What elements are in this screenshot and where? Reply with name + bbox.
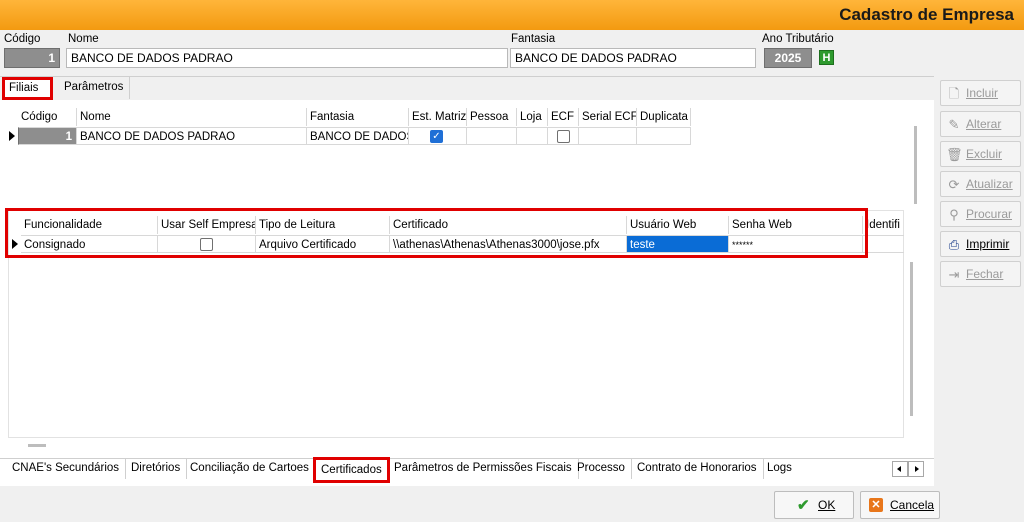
ecf-checkbox[interactable] bbox=[557, 130, 570, 143]
cell-codigo[interactable]: 1 bbox=[18, 127, 77, 145]
imprimir-label: Imprimir bbox=[966, 237, 1010, 251]
cell-identificacao[interactable] bbox=[863, 235, 904, 253]
fechar-label: Fechar bbox=[966, 267, 1004, 281]
cell-fantasia[interactable]: BANCO DE DADOS bbox=[307, 127, 409, 145]
col-header-identificacao[interactable]: Identifi bbox=[863, 216, 904, 234]
cell-pessoa[interactable] bbox=[467, 127, 517, 145]
col-header-serial-ecf[interactable]: Serial ECF bbox=[579, 108, 637, 126]
title-bar: Cadastro de Empresa bbox=[0, 0, 1024, 30]
imprimir-button[interactable]: ⎙ Imprimir bbox=[940, 231, 1021, 257]
cell-loja[interactable] bbox=[517, 127, 548, 145]
filiais-grid: Código Nome Fantasia Est. Matriz Pessoa … bbox=[6, 108, 691, 148]
col-header-est-matriz[interactable]: Est. Matriz bbox=[409, 108, 467, 126]
col-header-ecf[interactable]: ECF bbox=[548, 108, 579, 126]
atualizar-button[interactable]: ⟳ Atualizar bbox=[940, 171, 1021, 197]
alterar-button[interactable]: ✎ Alterar bbox=[940, 111, 1021, 137]
codigo-field[interactable]: 1 bbox=[4, 48, 60, 68]
nome-label: Nome bbox=[68, 33, 99, 45]
historico-button[interactable]: H bbox=[819, 50, 834, 65]
tab-filiais[interactable]: Filiais bbox=[2, 77, 53, 100]
col-header-fantasia[interactable]: Fantasia bbox=[307, 108, 409, 126]
alterar-label: Alterar bbox=[966, 117, 1002, 131]
chevron-left-icon bbox=[897, 466, 901, 472]
tab-conciliacao-cartoes[interactable]: Conciliação de Cartoes bbox=[184, 459, 316, 479]
filiais-scrollbar[interactable] bbox=[914, 126, 917, 204]
page-icon: 🗋 bbox=[948, 86, 960, 101]
tab-parametros-permissoes-fiscais[interactable]: Parâmetros de Permissões Fiscais bbox=[388, 459, 579, 479]
tab-cnaes-secundarios[interactable]: CNAE's Secundários bbox=[6, 459, 127, 479]
cell-ecf[interactable] bbox=[548, 127, 579, 145]
excluir-label: Excluir bbox=[966, 147, 1003, 161]
est-matriz-checkbox[interactable]: ✓ bbox=[430, 130, 443, 143]
ok-button[interactable]: ✔ OK bbox=[774, 491, 854, 519]
procurar-label: Procurar bbox=[966, 207, 1013, 221]
window-title: Cadastro de Empresa bbox=[839, 5, 1014, 24]
col-header-nome[interactable]: Nome bbox=[77, 108, 307, 126]
trash-icon: 🗑 bbox=[946, 147, 963, 162]
tab-logs[interactable]: Logs bbox=[761, 459, 798, 479]
tab-processo[interactable]: Processo bbox=[571, 459, 632, 479]
check-icon: ✔ bbox=[797, 497, 810, 514]
close-door-icon: ⇥ bbox=[948, 267, 960, 282]
ano-tributario-label: Ano Tributário bbox=[762, 33, 834, 45]
binoculars-icon: ⚲ bbox=[949, 207, 959, 222]
tab-certificados[interactable]: Certificados bbox=[313, 457, 390, 483]
cell-est-matriz[interactable]: ✓ bbox=[409, 127, 467, 145]
atualizar-label: Atualizar bbox=[966, 177, 1013, 191]
cell-nome[interactable]: BANCO DE DADOS PADRAO bbox=[77, 127, 307, 145]
chevron-right-icon bbox=[915, 466, 919, 472]
codigo-label: Código bbox=[4, 33, 41, 45]
fantasia-field[interactable]: BANCO DE DADOS PADRAO bbox=[510, 48, 756, 68]
fantasia-label: Fantasia bbox=[511, 33, 556, 45]
edit-icon: ✎ bbox=[948, 117, 960, 132]
certificados-vscrollbar[interactable] bbox=[910, 262, 913, 416]
printer-icon: ⎙ bbox=[948, 237, 960, 252]
row-indicator-icon bbox=[9, 131, 15, 141]
procurar-button[interactable]: ⚲ Procurar bbox=[940, 201, 1021, 227]
cancel-label: Cancela bbox=[890, 498, 935, 512]
tab-strip-line bbox=[0, 76, 934, 77]
tab-scroll-right-button[interactable] bbox=[908, 461, 924, 477]
tab-scroll-left-button[interactable] bbox=[892, 461, 908, 477]
certificados-highlight bbox=[5, 208, 868, 258]
col-header-pessoa[interactable]: Pessoa bbox=[467, 108, 517, 126]
incluir-button[interactable]: 🗋 Incluir bbox=[940, 80, 1021, 106]
certificados-hscrollbar[interactable] bbox=[28, 444, 46, 447]
excluir-button[interactable]: 🗑 Excluir bbox=[940, 141, 1021, 167]
refresh-icon: ⟳ bbox=[948, 177, 960, 192]
col-header-loja[interactable]: Loja bbox=[517, 108, 548, 126]
col-header-duplicata[interactable]: Duplicata bbox=[637, 108, 691, 126]
ano-tributario-field[interactable]: 2025 bbox=[764, 48, 812, 68]
ok-label: OK bbox=[818, 498, 836, 512]
tab-parametros[interactable]: Parâmetros bbox=[58, 77, 131, 99]
cell-serial-ecf[interactable] bbox=[579, 127, 637, 145]
fechar-button[interactable]: ⇥ Fechar bbox=[940, 261, 1021, 287]
cancel-button[interactable]: ✕ Cancela bbox=[860, 491, 940, 519]
tab-diretorios[interactable]: Diretórios bbox=[125, 459, 188, 479]
cancel-icon: ✕ bbox=[869, 498, 883, 512]
tab-contrato-honorarios[interactable]: Contrato de Honorarios bbox=[631, 459, 764, 479]
nome-field[interactable]: BANCO DE DADOS PADRAO bbox=[66, 48, 508, 68]
col-header-codigo[interactable]: Código bbox=[18, 108, 77, 126]
incluir-label: Incluir bbox=[966, 86, 999, 100]
cell-duplicata[interactable] bbox=[637, 127, 691, 145]
